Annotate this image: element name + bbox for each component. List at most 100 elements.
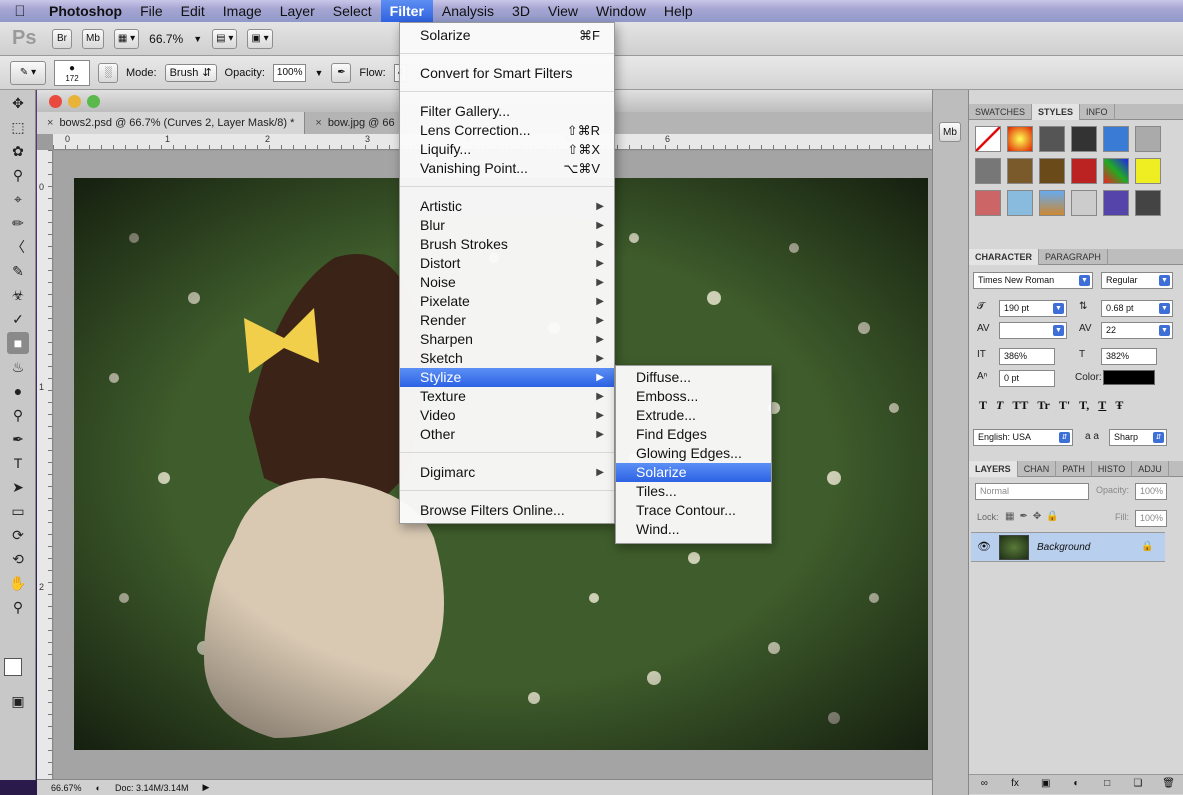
mini-bridge-button[interactable]: Mb — [82, 28, 104, 49]
filter-artistic[interactable]: Artistic ▶ — [400, 197, 614, 216]
opacity-dropdown-icon[interactable]: ▼ — [314, 68, 323, 78]
font-style-select[interactable]: Regular ▼ — [1101, 272, 1173, 289]
style-swatch[interactable] — [1007, 126, 1033, 152]
stylize-find-edges[interactable]: Find Edges — [616, 425, 771, 444]
style-swatch[interactable] — [1135, 190, 1161, 216]
filter-other[interactable]: Other ▶ — [400, 425, 614, 444]
strikethrough-button[interactable]: Ŧ — [1115, 398, 1123, 413]
document-tab[interactable]: × bow.jpg @ 66 — [305, 112, 406, 134]
type-tool-icon[interactable]: T — [7, 452, 29, 474]
filter-lens-correction[interactable]: Lens Correction... ⇧⌘R — [400, 121, 614, 140]
menu-edit[interactable]: Edit — [172, 0, 214, 22]
style-swatch[interactable] — [1135, 126, 1161, 152]
layer-row[interactable]: 👁 Background 🔒 — [971, 532, 1165, 562]
eraser-tool-icon[interactable]: ■ — [7, 332, 29, 354]
layer-name[interactable]: Background — [1037, 542, 1090, 553]
tab-history[interactable]: HISTO — [1092, 461, 1133, 477]
pen-tool-icon[interactable]: ✒ — [7, 428, 29, 450]
horizontal-scale-input[interactable]: 382% — [1101, 348, 1157, 365]
document-tab[interactable]: × bows2.psd @ 66.7% (Curves 2, Layer Mask… — [37, 112, 306, 134]
menu-image[interactable]: Image — [214, 0, 271, 22]
style-swatch[interactable] — [1039, 190, 1065, 216]
style-swatch[interactable] — [975, 158, 1001, 184]
mode-select[interactable]: Brush ⇵ — [164, 63, 217, 82]
menu-help[interactable]: Help — [655, 0, 702, 22]
font-family-select[interactable]: Times New Roman ▼ — [973, 272, 1093, 289]
opacity-input[interactable]: 100% — [272, 63, 307, 82]
quick-selection-tool-icon[interactable]: ⚲ — [7, 164, 29, 186]
filter-pixelate[interactable]: Pixelate ▶ — [400, 292, 614, 311]
dodge-tool-icon[interactable]: ⚲ — [7, 404, 29, 426]
menu-app-name[interactable]: Photoshop — [40, 0, 131, 22]
close-window-icon[interactable] — [49, 95, 62, 108]
menu-analysis[interactable]: Analysis — [433, 0, 503, 22]
bridge-button[interactable]: Br — [52, 28, 72, 49]
tracking-input[interactable]: 22 ▼ — [1101, 322, 1173, 339]
delete-layer-icon[interactable]: 🗑 — [1160, 778, 1178, 792]
language-select[interactable]: English: USA ⇵ — [973, 429, 1073, 446]
style-swatch[interactable] — [1039, 158, 1065, 184]
brush-preset-picker[interactable]: ● 172 — [54, 59, 90, 86]
tab-info[interactable]: INFO — [1080, 104, 1115, 120]
antialias-select[interactable]: Sharp ⇵ — [1109, 429, 1167, 446]
style-swatch[interactable] — [1071, 158, 1097, 184]
marquee-tool-icon[interactable]: ⬚ — [7, 116, 29, 138]
style-swatch[interactable] — [1071, 126, 1097, 152]
filter-stylize[interactable]: Stylize ▶ — [400, 368, 614, 387]
hand-tool-icon[interactable]: ✋ — [7, 572, 29, 594]
blur-tool-icon[interactable]: ● — [7, 380, 29, 402]
tab-swatches[interactable]: SWATCHES — [969, 104, 1033, 120]
close-tab-icon[interactable]: × — [47, 117, 53, 129]
tab-adjustments[interactable]: ADJU — [1132, 461, 1169, 477]
status-info-icon[interactable]: ◐ — [96, 783, 101, 793]
font-size-input[interactable]: 190 pt ▼ — [999, 300, 1067, 317]
new-group-icon[interactable]: □ — [1098, 778, 1116, 792]
path-selection-tool-icon[interactable]: ➤ — [7, 476, 29, 498]
tab-layers[interactable]: LAYERS — [969, 461, 1018, 477]
lock-icons[interactable]: ▦✒✥🔒 — [1005, 511, 1064, 522]
tab-styles[interactable]: STYLES — [1032, 104, 1081, 120]
faux-bold-button[interactable]: T — [979, 398, 987, 413]
paint-bucket-tool-icon[interactable]: ♨ — [7, 356, 29, 378]
style-swatch[interactable] — [1103, 190, 1129, 216]
blend-mode-select[interactable]: Normal — [975, 483, 1089, 500]
zoom-dropdown-icon[interactable]: ▼ — [193, 34, 202, 44]
brush-tool-icon[interactable]: ✎ — [7, 260, 29, 282]
minimize-window-icon[interactable] — [68, 95, 81, 108]
filter-noise[interactable]: Noise ▶ — [400, 273, 614, 292]
stylize-extrude[interactable]: Extrude... — [616, 406, 771, 425]
arrange-documents-button[interactable]: ▤ ▾ — [212, 28, 238, 49]
view-extras-button[interactable]: ▦ ▾ — [113, 28, 140, 49]
superscript-button[interactable]: T' — [1059, 398, 1070, 413]
tab-paths[interactable]: PATH — [1056, 461, 1092, 477]
layer-style-fx-icon[interactable]: fx — [1006, 778, 1024, 792]
style-swatch[interactable] — [1071, 190, 1097, 216]
filter-video[interactable]: Video ▶ — [400, 406, 614, 425]
stylize-solarize[interactable]: Solarize — [616, 463, 771, 482]
tab-character[interactable]: CHARACTER — [969, 249, 1039, 265]
vertical-scale-input[interactable]: 386% — [999, 348, 1055, 365]
link-layers-icon[interactable]: ∞ — [975, 778, 993, 792]
subscript-button[interactable]: T, — [1079, 398, 1089, 413]
lasso-tool-icon[interactable]: ✿ — [7, 140, 29, 162]
menu-layer[interactable]: Layer — [271, 0, 324, 22]
filter-blur[interactable]: Blur ▶ — [400, 216, 614, 235]
style-swatch[interactable] — [1007, 190, 1033, 216]
filter-sharpen[interactable]: Sharpen ▶ — [400, 330, 614, 349]
all-caps-button[interactable]: TT — [1012, 398, 1028, 413]
history-brush-tool-icon[interactable]: ✓ — [7, 308, 29, 330]
stylize-trace-contour[interactable]: Trace Contour... — [616, 501, 771, 520]
style-swatch[interactable] — [1039, 126, 1065, 152]
3d-orbit-tool-icon[interactable]: ⟲ — [7, 548, 29, 570]
filter-convert-smart[interactable]: Convert for Smart Filters — [400, 64, 614, 83]
stylize-diffuse[interactable]: Diffuse... — [616, 368, 771, 387]
style-swatch[interactable] — [975, 126, 1001, 152]
menu-file[interactable]: File — [131, 0, 172, 22]
menu-select[interactable]: Select — [324, 0, 381, 22]
menu-window[interactable]: Window — [587, 0, 655, 22]
filter-distort[interactable]: Distort ▶ — [400, 254, 614, 273]
filter-texture[interactable]: Texture ▶ — [400, 387, 614, 406]
style-swatch[interactable] — [1135, 158, 1161, 184]
faux-italic-button[interactable]: T — [996, 398, 1003, 413]
zoom-tool-icon[interactable]: ⚲ — [7, 596, 29, 618]
